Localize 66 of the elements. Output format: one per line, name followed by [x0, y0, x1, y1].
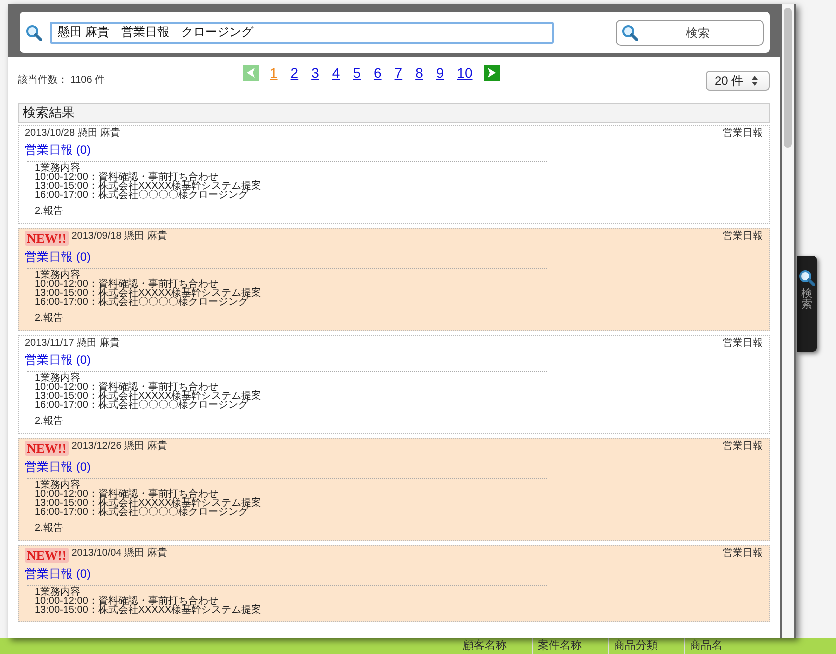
- page-link[interactable]: 5: [351, 65, 363, 81]
- entry-report-line: 2.報告: [35, 314, 64, 324]
- page-link[interactable]: 8: [414, 65, 426, 81]
- side-tab-label: 検索: [802, 289, 812, 311]
- search-side-tab[interactable]: 検索: [797, 256, 817, 352]
- entry-body-line: 13:00-15:00：株式会社XXXXX様基幹システム提案: [35, 182, 263, 191]
- result-count: 該当件数： 1106 件: [18, 75, 106, 86]
- section-title: 検索結果: [18, 103, 770, 123]
- entry-category: 営業日報: [723, 231, 763, 242]
- entry-body-line: 13:00-15:00：株式会社XXXXX様基幹システム提案: [35, 606, 263, 615]
- entry-date: 2013/12/26 懸田 麻貴: [72, 441, 168, 452]
- search-field[interactable]: 懸田 麻貴 営業日報 クロージング: [50, 22, 554, 44]
- page-link[interactable]: 9: [434, 65, 446, 81]
- entry-category: 営業日報: [723, 338, 763, 349]
- entry-body-line: 16:00-17:00：株式会社〇〇〇〇様クロージング: [35, 508, 248, 517]
- entry-body-line: 10:00-12:00：資料確認・事前打ち合わせ: [35, 383, 218, 392]
- entry-body-line: 13:00-15:00：株式会社XXXXX様基幹システム提案: [35, 392, 263, 401]
- stepper-icon: [752, 76, 758, 86]
- entry-body-line: 10:00-12:00：資料確認・事前打ち合わせ: [35, 280, 218, 289]
- entry-body-line: 13:00-15:00：株式会社XXXXX様基幹システム提案: [35, 289, 263, 298]
- new-badge: NEW!!: [25, 548, 69, 563]
- page-size-select[interactable]: 20 件: [706, 71, 770, 91]
- entry-title-link[interactable]: 営業日報 (0): [25, 142, 92, 158]
- entry-body-line: 1業務内容: [35, 588, 81, 597]
- entry-date: 2013/10/04 懸田 麻貴: [72, 548, 168, 559]
- entry-body-line: 1業務内容: [35, 481, 81, 490]
- page-link[interactable]: 2: [288, 65, 301, 81]
- search-icon: [622, 24, 638, 40]
- scrollbar-thumb[interactable]: [784, 8, 792, 148]
- entry-report-line: 2.報告: [35, 524, 64, 534]
- entry-body-line: 1業務内容: [35, 164, 81, 173]
- entry-body-line: 16:00-17:00：株式会社〇〇〇〇様クロージング: [35, 298, 248, 307]
- page-link[interactable]: 6: [372, 65, 384, 81]
- page-link[interactable]: 7: [392, 65, 405, 81]
- entry-title-link[interactable]: 営業日報 (0): [25, 566, 92, 582]
- entry-date: 2013/10/28 懸田 麻貴: [25, 128, 121, 139]
- left-arrow-icon: [245, 67, 257, 79]
- search-icon: [26, 24, 42, 40]
- entry-body-line: 16:00-17:00：株式会社〇〇〇〇様クロージング: [35, 401, 248, 410]
- search-icon: [799, 270, 815, 286]
- new-badge: NEW!!: [25, 231, 69, 246]
- entry-body-line: 10:00-12:00：資料確認・事前打ち合わせ: [35, 597, 218, 606]
- entry-report-line: 2.報告: [35, 207, 64, 217]
- entry-category: 営業日報: [723, 128, 763, 139]
- next-page-button[interactable]: [484, 65, 500, 81]
- entry-body-line: 1業務内容: [35, 374, 81, 383]
- entry-body-line: 10:00-12:00：資料確認・事前打ち合わせ: [35, 173, 218, 182]
- entry-category: 営業日報: [723, 441, 763, 452]
- entry-body-line: 16:00-17:00：株式会社〇〇〇〇様クロージング: [35, 191, 248, 200]
- page-link[interactable]: 4: [330, 65, 342, 81]
- entry-category: 営業日報: [723, 548, 763, 559]
- entry-body-line: 13:00-15:00：株式会社XXXXX様基幹システム提案: [35, 499, 263, 508]
- entry-title-link[interactable]: 営業日報 (0): [25, 352, 92, 368]
- entry-report-line: 2.報告: [35, 417, 64, 427]
- page-link[interactable]: 10: [455, 65, 475, 81]
- entry-date: 2013/11/17 懸田 麻貴: [25, 338, 120, 349]
- entry-title-link[interactable]: 営業日報 (0): [25, 249, 92, 265]
- entry-body-line: 10:00-12:00：資料確認・事前打ち合わせ: [35, 490, 218, 499]
- right-arrow-icon: [486, 67, 498, 79]
- entry-date: 2013/09/18 懸田 麻貴: [72, 231, 168, 242]
- entry-body-line: 1業務内容: [35, 271, 81, 280]
- search-button[interactable]: 検索: [616, 20, 764, 46]
- page-link[interactable]: 3: [310, 65, 322, 81]
- column-header: 顧客名称: [462, 638, 508, 654]
- entry-title-link[interactable]: 営業日報 (0): [25, 459, 92, 475]
- new-badge: NEW!!: [25, 441, 69, 456]
